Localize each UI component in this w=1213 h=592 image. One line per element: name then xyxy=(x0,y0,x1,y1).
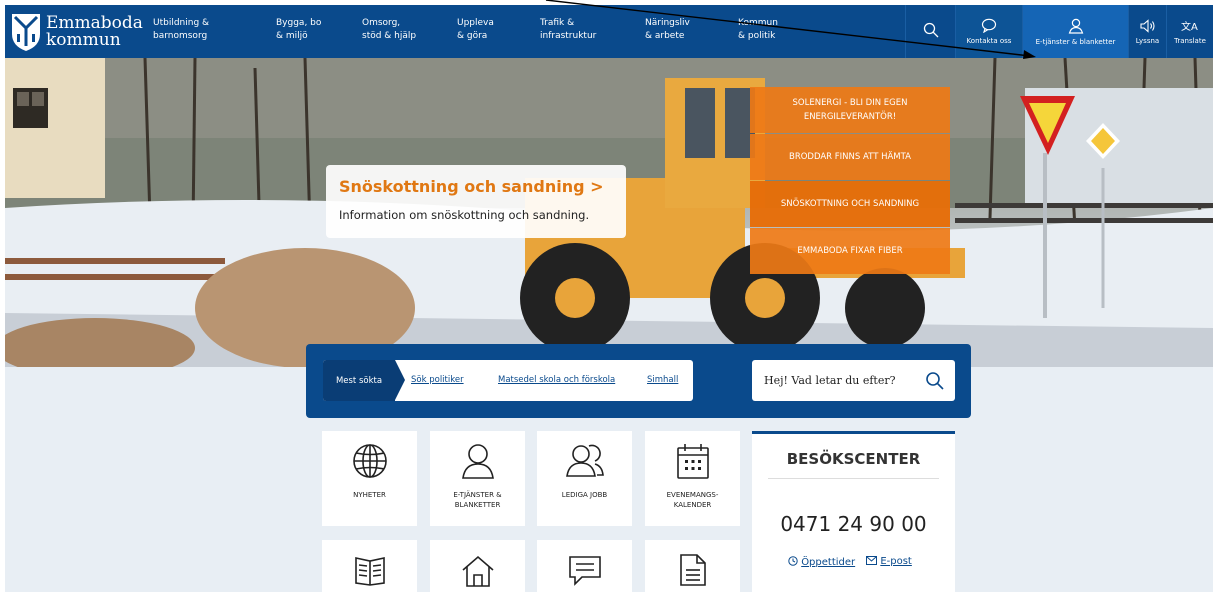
tile-nyheter-label: NYHETER xyxy=(353,491,386,499)
person-icon xyxy=(461,444,494,479)
globe-icon xyxy=(352,444,387,478)
nav-item-naringsliv[interactable]: Näringsliv & arbete xyxy=(645,17,690,43)
visitor-center-divider xyxy=(768,478,939,479)
lyssna-tab-label: Lyssna xyxy=(1135,36,1160,45)
search-input[interactable] xyxy=(752,360,922,401)
search-icon xyxy=(923,22,938,37)
tile-evenemang-label: EVENEMANGS- KALENDER xyxy=(666,491,719,509)
tile-chat[interactable] xyxy=(537,540,632,592)
popular-link-politiker[interactable]: Sök politiker xyxy=(411,375,464,385)
calendar-icon xyxy=(676,444,709,479)
main-nav: Utbildning & barnomsorg Bygga, bo & milj… xyxy=(148,5,805,58)
nav-item-trafik[interactable]: Trafik & infrastruktur xyxy=(540,17,596,43)
logo-emblem-icon xyxy=(12,13,40,51)
tile-house-icon-wrap xyxy=(430,540,525,592)
search-panel: Mest sökta Sök politiker Matsedel skola … xyxy=(306,344,971,418)
book-icon xyxy=(354,557,385,586)
chat-bubble-icon xyxy=(981,18,997,33)
hero-link-fiber[interactable]: EMMABODA FIXAR FIBER xyxy=(750,228,950,274)
search-submit-icon[interactable] xyxy=(925,371,945,391)
popular-searches-label: Mest sökta xyxy=(323,360,395,401)
hero-link-solenergi[interactable]: SOLENERGI - BLI DIN EGEN ENERGILEVERANTÖ… xyxy=(750,87,950,133)
tile-etjanster-label: E-TJÄNSTER & BLANKETTER xyxy=(453,491,502,509)
search-tab[interactable] xyxy=(905,5,955,58)
document-icon xyxy=(679,554,706,586)
mail-icon xyxy=(866,556,878,565)
hero-link-broddar[interactable]: BRODDAR FINNS ATT HÄMTA xyxy=(750,134,950,180)
etjanster-tab[interactable]: E-tjänster & blanketter xyxy=(1022,5,1128,58)
tile-jobb-label: LEDIGA JOBB xyxy=(561,491,608,499)
hero-quick-links: SOLENERGI - BLI DIN EGEN ENERGILEVERANTÖ… xyxy=(750,87,950,274)
tile-document[interactable] xyxy=(645,540,740,592)
visitor-center-title: BESÖKSCENTER xyxy=(786,450,921,468)
logo-text-line2: kommun xyxy=(46,29,121,50)
email-label: E-post xyxy=(880,556,912,567)
tile-lediga-jobb[interactable]: LEDIGA JOBB xyxy=(537,431,632,526)
popular-link-matsedel[interactable]: Matsedel skola och förskola xyxy=(498,375,615,385)
site-logo[interactable]: Emmaboda kommun xyxy=(10,9,146,54)
speaker-icon xyxy=(1139,18,1155,33)
hero-promo-title[interactable]: Snöskottning och sandning > xyxy=(339,177,604,196)
opening-hours-label: Öppettider xyxy=(801,557,856,568)
visitor-center-panel: BESÖKSCENTER 0471 24 90 00 Öppettider E-… xyxy=(752,431,955,592)
lyssna-tab[interactable]: Lyssna xyxy=(1128,5,1166,58)
hero-promo-card[interactable]: Snöskottning och sandning > Information … xyxy=(326,165,626,238)
tile-evenemang[interactable]: EVENEMANGS- KALENDER xyxy=(645,431,740,526)
house-icon xyxy=(461,555,494,587)
tile-document-icon-wrap xyxy=(645,540,740,592)
hero-banner: Snöskottning och sandning > Information … xyxy=(5,58,1213,367)
opening-hours-link[interactable]: Öppettider xyxy=(788,556,855,568)
popular-link-simhall[interactable]: Simhall xyxy=(647,375,678,385)
logo-text-line1: Emmaboda xyxy=(46,12,143,33)
translate-tab[interactable]: 文A Translate xyxy=(1166,5,1213,58)
clock-icon xyxy=(788,556,798,566)
contact-tab-label: Kontakta oss xyxy=(966,37,1012,45)
etjanster-tab-label: E-tjänster & blanketter xyxy=(1035,37,1116,46)
contact-tab[interactable]: Kontakta oss xyxy=(955,5,1022,58)
tile-house[interactable] xyxy=(430,540,525,592)
hero-link-snoskottning[interactable]: SNÖSKOTTNING OCH SANDNING xyxy=(750,181,950,227)
nav-item-uppleva[interactable]: Uppleva & göra xyxy=(457,17,494,43)
nav-item-bygga[interactable]: Bygga, bo & miljö xyxy=(276,17,321,43)
email-link[interactable]: E-post xyxy=(866,556,912,568)
translate-icon: 文A xyxy=(1181,20,1198,33)
tile-evenemang-icon-wrap xyxy=(645,431,740,491)
chat-icon xyxy=(568,556,601,586)
popular-searches: Mest sökta Sök politiker Matsedel skola … xyxy=(323,360,693,401)
site-header: Emmaboda kommun Utbildning & barnomsorg … xyxy=(5,5,1213,58)
translate-tab-label: Translate xyxy=(1174,36,1206,45)
people-icon xyxy=(565,444,604,477)
nav-item-omsorg[interactable]: Omsorg, stöd & hjälp xyxy=(362,17,416,43)
tile-book-icon-wrap xyxy=(322,540,417,592)
tile-nyheter-icon-wrap xyxy=(322,431,417,491)
tile-etjanster[interactable]: E-TJÄNSTER & BLANKETTER xyxy=(430,431,525,526)
tile-jobb-icon-wrap xyxy=(537,431,632,491)
svg-text:文A: 文A xyxy=(1181,20,1198,33)
tile-chat-icon-wrap xyxy=(537,540,632,592)
person-icon xyxy=(1068,18,1083,34)
search-field xyxy=(752,360,955,401)
visitor-center-phone[interactable]: 0471 24 90 00 xyxy=(752,512,955,536)
nav-item-utbildning[interactable]: Utbildning & barnomsorg xyxy=(153,17,209,43)
tile-book[interactable] xyxy=(322,540,417,592)
visitor-center-links: Öppettider E-post xyxy=(788,556,912,568)
nav-item-kommun[interactable]: Kommun & politik xyxy=(738,17,778,43)
tile-nyheter[interactable]: NYHETER xyxy=(322,431,417,526)
hero-promo-description: Information om snöskottning och sandning… xyxy=(339,208,590,222)
popular-searches-arrow xyxy=(395,360,405,400)
tile-etjanster-icon-wrap xyxy=(430,431,525,491)
